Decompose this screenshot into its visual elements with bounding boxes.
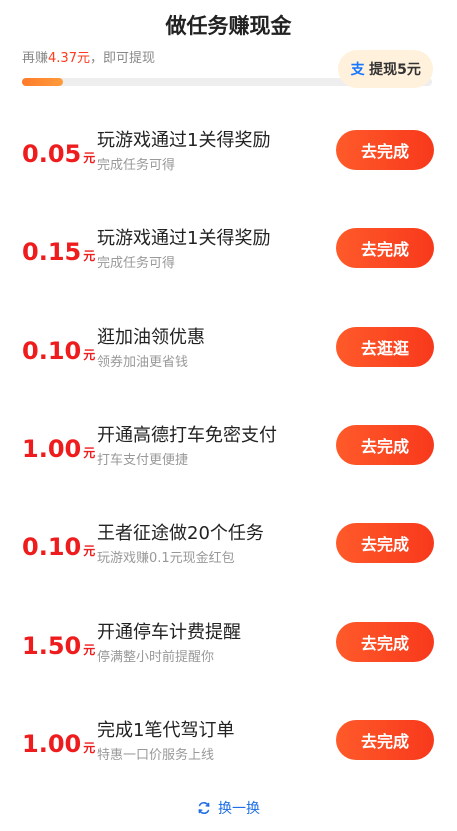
task-action-button[interactable]: 去逛逛 [336,326,434,367]
task-subtitle: 打车支付更便捷 [97,452,189,468]
task-row: 0.10 元王者征途做20个任务玩游戏赚0.1元现金红包 去完成 [0,495,457,593]
task-reward: 0.10 元 [22,337,95,365]
task-reward-amount: 0.10 [22,336,82,365]
task-reward-unit: 元 [83,249,96,264]
task-row: 0.15 元玩游戏通过1关得奖励完成任务可得 去完成 [0,200,457,298]
task-subtitle: 停满整小时前提醒你 [97,649,215,665]
task-title: 王者征途做20个任务 [97,523,264,545]
task-title: 逛加油领优惠 [97,326,205,348]
task-reward-unit: 元 [83,544,96,559]
task-subtitle: 完成任务可得 [97,256,176,272]
task-subtitle: 完成任务可得 [97,158,176,173]
task-action-button[interactable]: 去完成 [336,621,434,662]
task-reward-amount: 1.50 [22,631,82,660]
task-action-button[interactable]: 去完成 [336,228,434,269]
task-reward-unit: 元 [83,347,96,362]
progress-bar-fill [22,78,63,86]
progress-prefix: 再赚 [22,51,49,66]
task-action-button[interactable]: 去完成 [336,424,434,465]
task-reward: 1.00 元 [22,435,95,463]
refresh-icon [198,802,210,814]
task-title: 玩游戏通过1关得奖励 [97,130,271,151]
task-title: 开通停车计费提醒 [97,621,241,643]
task-title: 开通高德打车免密支付 [97,424,277,446]
progress-amount: 4.37元 [48,51,90,66]
task-action-button[interactable]: 去完成 [336,719,434,760]
task-row: 1.00 元完成1笔代驾订单特惠一口价服务上线 去完成 [0,692,457,790]
task-row: 1.00 元开通高德打车免密支付打车支付更便捷 去完成 [0,397,457,495]
task-row: 1.50 元开通停车计费提醒停满整小时前提醒你 去完成 [0,594,457,692]
refresh-button[interactable]: 换一换 [0,798,457,818]
withdraw-label: 提现5元 [369,62,421,78]
task-reward-amount: 1.00 [22,729,82,758]
task-action-button[interactable]: 去完成 [336,523,434,564]
task-title: 完成1笔代驾订单 [97,719,235,741]
progress-text: 再赚4.37元，即可提现 [22,50,322,68]
task-reward: 0.05 元 [22,140,95,168]
task-row: 0.05 元玩游戏通过1关得奖励完成任务可得 去完成 [0,102,457,200]
task-row: 0.10 元逛加油领优惠领券加油更省钱 去逛逛 [0,299,457,397]
task-reward-amount: 0.05 [22,140,82,168]
task-reward-unit: 元 [83,740,96,755]
task-reward-unit: 元 [83,642,96,657]
task-subtitle: 玩游戏赚0.1元现金红包 [97,551,235,567]
page-title: 做任务赚现金 [165,14,292,38]
task-action-button[interactable]: 去完成 [336,130,434,170]
withdraw-button[interactable]: 支 提现5元 [338,50,433,88]
refresh-label: 换一换 [218,801,260,817]
task-reward: 0.10 元 [22,533,95,561]
task-reward: 1.00 元 [22,730,95,758]
task-reward-unit: 元 [83,445,96,460]
progress-section: 再赚4.37元，即可提现 [22,50,432,86]
alipay-icon: 支 [350,62,365,78]
task-subtitle: 领券加油更省钱 [97,354,189,370]
task-title: 玩游戏通过1关得奖励 [97,228,271,250]
task-reward: 1.50 元 [22,632,95,660]
progress-suffix: ，即可提现 [89,51,155,66]
task-reward-amount: 0.10 [22,533,82,562]
task-reward-amount: 1.00 [22,434,82,463]
task-reward-unit: 元 [83,151,96,165]
task-reward-amount: 0.15 [22,238,82,267]
task-subtitle: 特惠一口价服务上线 [97,747,215,763]
task-reward: 0.15 元 [22,238,95,266]
